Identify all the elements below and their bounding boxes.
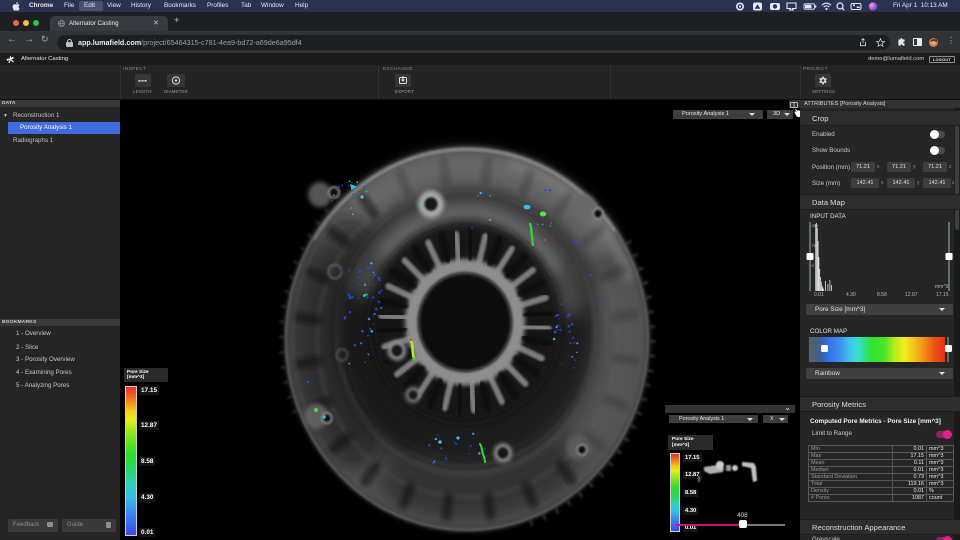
svg-text:76: 76 bbox=[812, 243, 817, 248]
svg-text:9: 9 bbox=[812, 263, 815, 268]
svg-text:359: 359 bbox=[812, 223, 819, 228]
